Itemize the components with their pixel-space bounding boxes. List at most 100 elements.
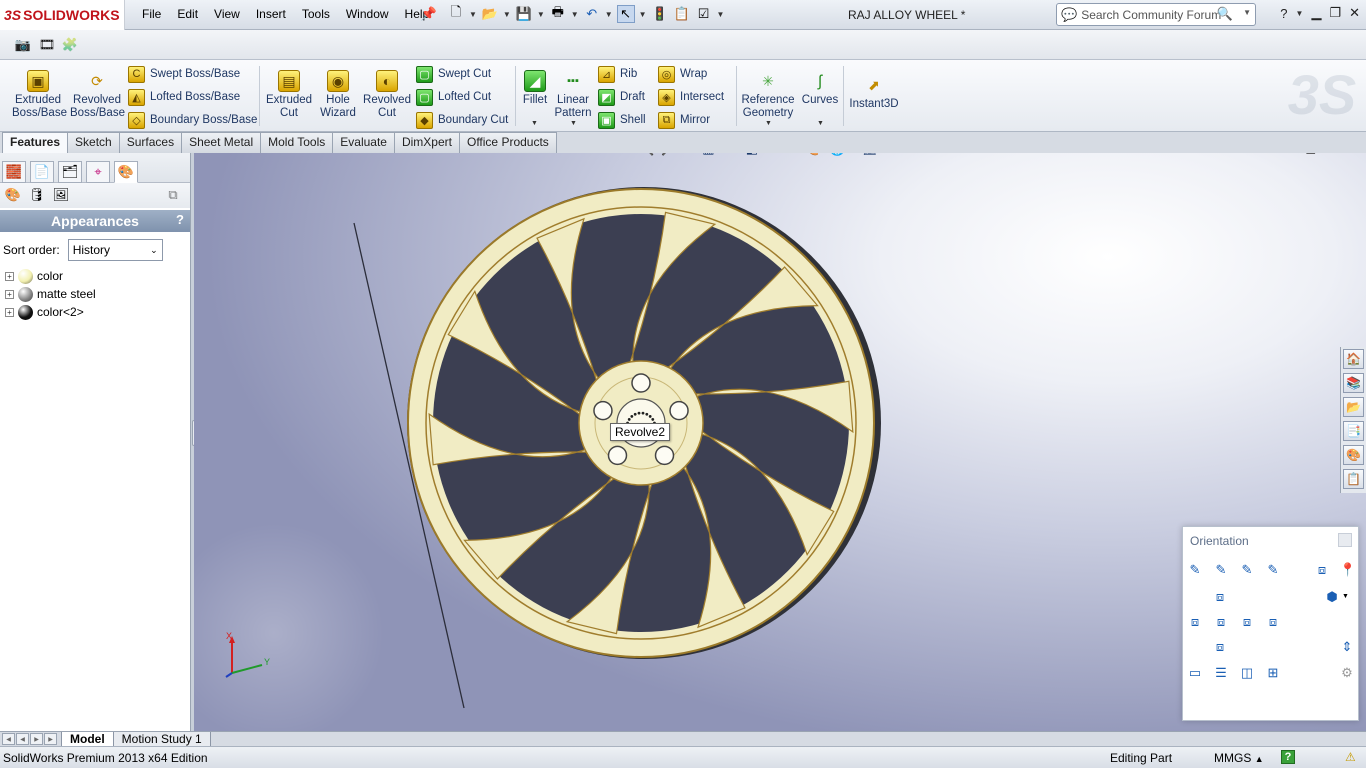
extruded-cut-button[interactable]: ▤ Extruded Cut — [266, 70, 312, 120]
left-view-icon[interactable]: ⧈ — [1185, 612, 1205, 632]
puzzle-icon[interactable]: 🧩 — [61, 36, 79, 54]
rebuild-traffic-light-icon[interactable]: 🚦 — [651, 5, 669, 23]
fillet-button[interactable]: ◢ Fillet — [520, 70, 550, 107]
camera-icon[interactable]: 📷 — [14, 36, 32, 54]
appearance-item[interactable]: + matte steel — [0, 285, 190, 303]
menu-view[interactable]: View — [206, 6, 248, 22]
view-selector-icon[interactable]: ⧈ — [1312, 560, 1332, 580]
two-view-vertical-icon[interactable]: ◫ — [1237, 663, 1257, 683]
isometric-cube-icon[interactable]: ⬢ — [1322, 587, 1342, 607]
viewport-split-icon[interactable]: ⊡ — [1270, 153, 1279, 154]
normal-to-icon[interactable]: ⇕ — [1337, 637, 1357, 657]
sort-order-select[interactable]: History ⌄ — [67, 239, 163, 261]
top-view-icon[interactable]: ⧈ — [1210, 587, 1230, 607]
unit-system-selector[interactable]: MMGS ▲ — [1214, 751, 1264, 765]
quick-tips-icon[interactable]: ? — [1281, 750, 1295, 764]
menu-file[interactable]: File — [134, 6, 169, 22]
extruded-boss-button[interactable]: ▣ Extruded Boss/Base — [12, 70, 67, 120]
update-standard-views-icon[interactable]: ✎ — [1211, 560, 1231, 580]
chevron-down-icon[interactable]: ▼ — [503, 10, 511, 19]
expand-icon[interactable]: + — [5, 271, 14, 281]
select-arrow-icon[interactable]: ↖ — [616, 5, 635, 23]
feature-manager-tab-icon[interactable]: 🧱 — [2, 161, 26, 183]
tab-sketch[interactable]: Sketch — [67, 132, 120, 153]
pin-menu[interactable]: 📌 — [420, 5, 438, 23]
help-question-icon[interactable]: ? — [176, 212, 184, 227]
configuration-manager-tab-icon[interactable]: 🗂 — [58, 161, 82, 183]
reference-geometry-dropdown-icon[interactable]: ▼ — [765, 120, 772, 127]
front-view-icon[interactable]: ⧈ — [1211, 612, 1231, 632]
close-icon[interactable]: ✕ — [1343, 153, 1352, 154]
help-icon[interactable]: ? — [1280, 6, 1287, 21]
pushpin-icon[interactable]: 📌 — [420, 5, 438, 23]
viewport-link-icon[interactable]: ⊟ — [1288, 153, 1297, 154]
revolved-boss-button[interactable]: ⟳ Revolved Boss/Base — [70, 70, 125, 120]
appearances-icon[interactable]: 🎨 — [4, 186, 22, 204]
display-manager-tab-icon[interactable]: 🎨 — [114, 161, 138, 183]
tab-dimxpert[interactable]: DimXpert — [393, 132, 460, 153]
last-tab-icon[interactable]: ▶ — [44, 733, 57, 745]
reset-standard-views-icon[interactable]: ✎ — [1237, 560, 1257, 580]
tab-office-products[interactable]: Office Products — [458, 132, 557, 153]
expand-icon[interactable]: + — [5, 307, 14, 317]
boundary-boss-button[interactable]: ◇ Boundary Boss/Base — [128, 110, 257, 130]
appearance-item[interactable]: + color<2> — [0, 303, 190, 321]
draft-button[interactable]: ◩ Draft — [598, 87, 645, 107]
chevron-down-icon[interactable]: ▼ — [571, 10, 579, 19]
apply-scene-icon[interactable]: 🌐 — [829, 153, 845, 157]
edit-appearance-icon[interactable]: 🎨 — [806, 153, 822, 157]
fillet-dropdown-icon[interactable]: ▼ — [531, 120, 538, 127]
swept-cut-button[interactable]: ▢ Swept Cut — [416, 64, 491, 84]
new-view-icon[interactable]: ✎ — [1185, 560, 1205, 580]
previous-view-icon[interactable]: ↩ — [684, 153, 695, 157]
tab-model[interactable]: Model — [61, 732, 114, 747]
chevron-down-icon[interactable]: ▼ — [1243, 8, 1251, 17]
two-view-horizontal-icon[interactable]: ☰ — [1211, 663, 1231, 683]
view-palette-icon[interactable]: 📑 — [1343, 421, 1364, 441]
close-icon[interactable] — [1338, 533, 1352, 547]
hide-show-items-icon[interactable]: 👓 — [774, 153, 790, 157]
search-icon[interactable]: 🔍 — [1217, 6, 1233, 22]
chevron-down-icon[interactable]: ▼ — [639, 10, 647, 19]
open-folder-icon[interactable]: 📂 — [481, 5, 499, 23]
tab-evaluate[interactable]: Evaluate — [332, 132, 395, 153]
options-icon[interactable]: ☑ — [695, 5, 713, 23]
first-tab-icon[interactable]: ◀ — [2, 733, 15, 745]
chevron-down-icon[interactable]: ▼ — [537, 10, 545, 19]
tab-features[interactable]: Features — [2, 132, 69, 154]
pin-dialog-icon[interactable]: 📍 — [1338, 560, 1358, 580]
menu-edit[interactable]: Edit — [169, 6, 206, 22]
panel-options-icon[interactable]: ⧉ — [164, 186, 182, 204]
chevron-down-icon[interactable]: ▼ — [1342, 593, 1349, 607]
dimxpert-manager-tab-icon[interactable]: ⌖ — [86, 161, 110, 183]
chevron-down-icon[interactable]: ▼ — [1296, 9, 1304, 18]
mirror-button[interactable]: ⧉ Mirror — [658, 110, 710, 130]
file-properties-icon[interactable]: 📋 — [673, 5, 691, 23]
section-view-icon[interactable]: ▥ — [702, 153, 714, 157]
four-view-icon[interactable]: ⊞ — [1263, 663, 1283, 683]
restore-icon[interactable]: ❐ — [1329, 5, 1341, 21]
back-view-icon[interactable]: ⧈ — [1263, 612, 1283, 632]
tab-mold-tools[interactable]: Mold Tools — [260, 132, 334, 153]
undo-icon[interactable]: ↶ — [583, 5, 601, 23]
lofted-boss-button[interactable]: ◭ Lofted Boss/Base — [128, 87, 240, 107]
linear-pattern-dropdown-icon[interactable]: ▼ — [570, 120, 577, 127]
tab-motion-study-1[interactable]: Motion Study 1 — [112, 732, 211, 747]
bottom-view-icon[interactable]: ⧈ — [1210, 637, 1230, 657]
render-icon[interactable]: 🎞 — [38, 36, 56, 54]
file-explorer-icon[interactable]: 📂 — [1343, 397, 1364, 417]
minimize-icon[interactable]: ▁ — [1311, 5, 1321, 21]
rib-button[interactable]: ⊿ Rib — [598, 64, 637, 84]
next-tab-icon[interactable]: ▶ — [30, 733, 43, 745]
linear-pattern-button[interactable]: ▪▪▪ Linear Pattern — [554, 70, 592, 120]
home-icon[interactable]: 🏠 — [1343, 349, 1364, 369]
zoom-to-fit-icon[interactable]: 🔍 — [638, 153, 654, 157]
camera-view-icon[interactable]: ⚙ — [1337, 663, 1357, 683]
rebuild-status-icon[interactable]: ⚠ — [1345, 750, 1356, 764]
minimize-icon[interactable]: ▁ — [1306, 153, 1314, 154]
restore-icon[interactable]: ❐ — [1324, 153, 1334, 154]
search-box[interactable]: 💬 Search Community Forum 🔍 ▼ — [1056, 3, 1256, 26]
wrap-button[interactable]: ◎ Wrap — [658, 64, 707, 84]
previous-tab-icon[interactable]: ◀ — [16, 733, 29, 745]
instant3d-button[interactable]: ⬈ Instant3D — [848, 74, 900, 111]
